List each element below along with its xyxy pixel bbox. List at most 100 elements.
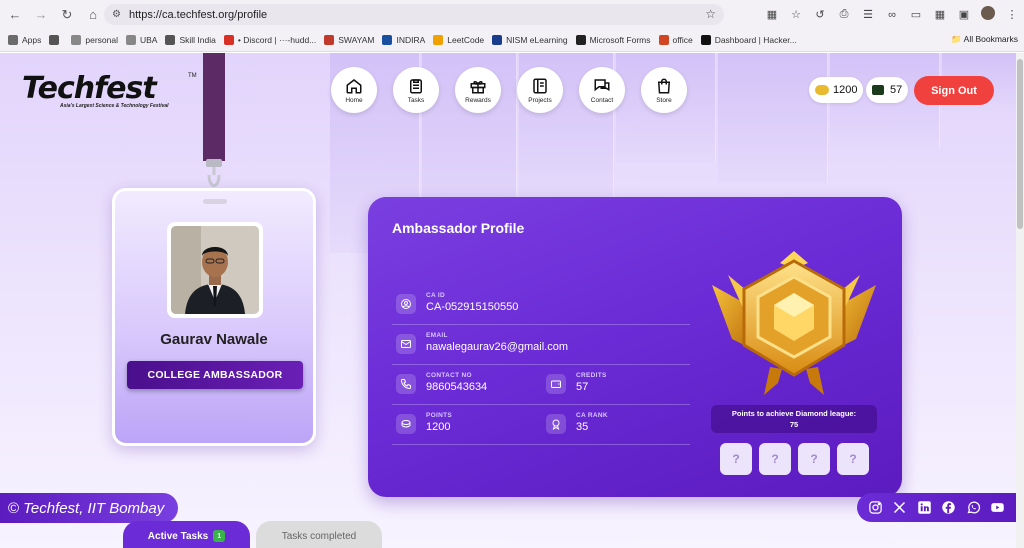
coins-field-icon: [396, 414, 416, 434]
nav-projects[interactable]: Projects: [517, 67, 563, 113]
mail-icon: [396, 334, 416, 354]
locked-badge-2[interactable]: ?: [759, 443, 791, 475]
field-contact: CONTACT NO 9860543634: [396, 372, 487, 394]
bag-icon: [657, 78, 671, 93]
contact-value: 9860543634: [426, 381, 488, 393]
bookmark-icon[interactable]: ☆: [784, 8, 808, 21]
coins-value: 1200: [833, 84, 858, 96]
logo-trademark: TM: [188, 73, 197, 79]
gift-icon: [470, 80, 486, 93]
bookmark-label: Skill India: [179, 35, 216, 45]
profile-title: Ambassador Profile: [392, 220, 525, 236]
reload-icon[interactable]: ↻: [56, 4, 78, 26]
bookmark-item[interactable]: Apps: [8, 35, 41, 45]
locked-badge-3[interactable]: ?: [798, 443, 830, 475]
email-label: EMAIL: [426, 332, 448, 339]
menu-icon[interactable]: ⋮: [1000, 8, 1024, 21]
nav-contact[interactable]: Contact: [579, 67, 625, 113]
bookmark-item[interactable]: • Discord | ···-hudd...: [223, 35, 316, 45]
forward-icon[interactable]: →: [30, 4, 52, 26]
scrollbar-thumb[interactable]: [1017, 59, 1023, 229]
bookmark-item[interactable]: NISM eLearning: [492, 35, 568, 45]
card-slot: [203, 199, 227, 204]
bookmark-item[interactable]: SWAYAM: [324, 35, 374, 45]
bookmark-item[interactable]: Dashboard | Hacker...: [700, 35, 797, 45]
bookmark-label: Apps: [22, 35, 42, 45]
bookmark-star-icon[interactable]: ☆: [705, 7, 716, 21]
devices-icon[interactable]: ▭: [904, 8, 928, 21]
copyright-banner: © Techfest, IIT Bombay: [0, 493, 178, 523]
nav-store[interactable]: Store: [641, 67, 687, 113]
bookmark-item[interactable]: UBA: [125, 35, 157, 45]
instagram-icon[interactable]: [868, 500, 883, 515]
all-bookmarks-label: All Bookmarks: [963, 34, 1018, 44]
page: Techfest Asia's Largest Science & Techno…: [0, 53, 1016, 548]
back-icon[interactable]: ←: [4, 4, 26, 26]
nav-contact-label: Contact: [590, 96, 614, 104]
facebook-icon[interactable]: [941, 500, 956, 515]
bookmark-item[interactable]: INDIRA: [382, 35, 425, 45]
avatar: [167, 222, 263, 318]
medal-icon: [546, 414, 566, 434]
nav-tasks-label: Tasks: [407, 96, 425, 104]
bookmark-label: INDIRA: [396, 35, 426, 45]
home-icon: [346, 78, 362, 93]
all-bookmarks[interactable]: 📁 All Bookmarks: [951, 34, 1018, 45]
home-browser-icon[interactable]: ⌂: [82, 4, 104, 26]
main-nav: Home Tasks Rewards Projects Contact Stor…: [331, 67, 687, 113]
ambassador-profile-panel: Ambassador Profile CA ID CA-052915150550 …: [368, 197, 902, 497]
whatsapp-icon[interactable]: [966, 500, 981, 515]
bookmark-item[interactable]: Skill India: [165, 35, 216, 45]
nav-home[interactable]: Home: [331, 67, 377, 113]
tab-active-tasks[interactable]: Active Tasks 1: [123, 521, 250, 548]
sign-out-button[interactable]: Sign Out: [914, 76, 994, 105]
browser-actions: ▦ ☆ ↺ ⎙ ☰ ∞ ▭ ▦ ▣ ⋮: [760, 0, 1024, 29]
nav-store-label: Store: [656, 96, 672, 104]
site-info-icon[interactable]: ⚙: [112, 9, 121, 20]
divider: [392, 364, 690, 365]
bookmark-label: personal: [85, 35, 118, 45]
browser-toolbar: ← → ↻ ⌂ ⚙ https://ca.techfest.org/profil…: [0, 0, 1024, 29]
bookmark-item[interactable]: office: [658, 35, 693, 45]
nav-tasks[interactable]: Tasks: [393, 67, 439, 113]
profile-icon[interactable]: [976, 6, 1000, 23]
rank-label: CA RANK: [576, 412, 608, 419]
ambassador-name: Gaurav Nawale: [160, 331, 268, 348]
link-icon[interactable]: ∞: [880, 9, 904, 21]
extensions-icon[interactable]: ▦: [760, 8, 784, 21]
techfest-logo[interactable]: Techfest Asia's Largest Science & Techno…: [22, 71, 197, 109]
copyright-text: Techfest, IIT Bombay: [23, 499, 165, 517]
locked-badge-4[interactable]: ?: [837, 443, 869, 475]
bookmark-item[interactable]: [49, 35, 63, 45]
locked-badge-1[interactable]: ?: [720, 443, 752, 475]
wallet-icon: [872, 85, 884, 95]
browser-chrome: ← → ↻ ⌂ ⚙ https://ca.techfest.org/profil…: [0, 0, 1024, 52]
tab-tasks-completed[interactable]: Tasks completed: [256, 521, 382, 548]
translate-icon[interactable]: ☰: [856, 8, 880, 21]
lanyard-strap: [203, 53, 225, 161]
points-value: 1200: [426, 421, 451, 433]
grid-icon[interactable]: ▦: [928, 8, 952, 21]
linkedin-icon[interactable]: [917, 500, 932, 515]
coins-pill: 1200: [809, 77, 864, 103]
nav-home-label: Home: [345, 96, 363, 104]
bookmark-item[interactable]: Microsoft Forms: [575, 35, 651, 45]
print-icon[interactable]: ⎙: [832, 8, 856, 21]
credits-field-value: 57: [576, 381, 589, 393]
nav-projects-label: Projects: [528, 96, 552, 104]
nav-rewards[interactable]: Rewards: [455, 67, 501, 113]
coins-icon: [815, 85, 829, 95]
bookmark-favicon-icon: [49, 35, 60, 45]
bookmark-item[interactable]: LeetCode: [433, 35, 484, 45]
youtube-icon[interactable]: [990, 500, 1005, 515]
field-points: POINTS 1200: [396, 412, 452, 434]
points-label: POINTS: [426, 412, 452, 419]
screenshot-icon[interactable]: ▣: [952, 8, 976, 21]
bookmark-item[interactable]: personal: [71, 35, 118, 45]
page-scrollbar[interactable]: [1016, 53, 1024, 548]
x-twitter-icon[interactable]: [892, 500, 907, 515]
field-credits: CREDITS 57: [546, 372, 607, 394]
divider: [392, 404, 690, 405]
history-icon[interactable]: ↺: [808, 8, 832, 21]
address-bar[interactable]: ⚙ https://ca.techfest.org/profile ☆: [104, 4, 724, 25]
